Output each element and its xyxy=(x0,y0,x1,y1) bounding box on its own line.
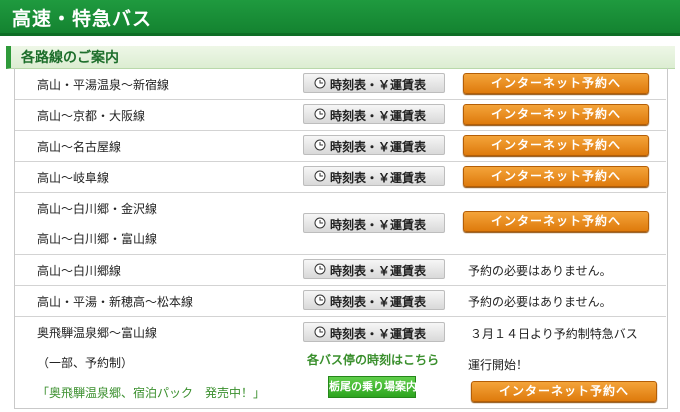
header-underline xyxy=(0,33,680,36)
clock-icon xyxy=(314,263,326,275)
timetable-label: 時刻表・￥運賃表 xyxy=(330,171,427,185)
timetable-button[interactable]: 時刻表・￥運賃表 xyxy=(303,73,445,93)
no-reservation-note: 予約の必要はありません。 xyxy=(468,264,612,278)
route-name: 高山～岐阜線 xyxy=(37,171,110,185)
internet-reserve-button[interactable]: インターネット予約へ xyxy=(463,104,649,125)
timetable-label: 時刻表・￥運賃表 xyxy=(330,109,427,123)
route-name: 高山・平湯・新穂高～松本線 xyxy=(37,295,194,309)
route-name: 高山～名古屋線 xyxy=(37,140,122,154)
timetable-button[interactable]: 時刻表・￥運賃表 xyxy=(303,259,445,279)
header-bar: 高速・特急バス xyxy=(0,0,680,36)
section-title: 各路線のご案内 xyxy=(21,50,119,66)
table-row: 高山～京都・大阪線 時刻表・￥運賃表 インターネット予約へ xyxy=(15,99,666,131)
clock-icon xyxy=(314,108,326,120)
table-row: 高山・平湯温泉～新宿線 時刻表・￥運賃表 インターネット予約へ xyxy=(15,68,666,100)
timetable-button[interactable]: 時刻表・￥運賃表 xyxy=(303,104,445,124)
table-row: 高山～白川郷・金沢線 高山～白川郷・富山線 時刻表・￥運賃表 インターネット予約… xyxy=(15,192,666,255)
route-name: 高山～白川郷線 xyxy=(37,264,122,278)
timetable-button[interactable]: 時刻表・￥運賃表 xyxy=(303,213,445,233)
clock-icon xyxy=(314,326,326,338)
table-row: 高山～白川郷線 時刻表・￥運賃表 予約の必要はありません。 xyxy=(15,254,666,286)
section-heading: 各路線のご案内 xyxy=(6,46,675,69)
table-row: 高山～名古屋線 時刻表・￥運賃表 インターネット予約へ xyxy=(15,130,666,162)
timetable-button[interactable]: 時刻表・￥運賃表 xyxy=(303,135,445,155)
timetable-label: 時刻表・￥運賃表 xyxy=(330,218,427,232)
new-service-note: ３月１４日より予約制特急バス xyxy=(470,327,638,341)
route-name: 高山～京都・大阪線 xyxy=(37,109,146,123)
timetable-label: 時刻表・￥運賃表 xyxy=(330,264,427,278)
no-reservation-note: 予約の必要はありません。 xyxy=(468,295,612,309)
internet-reserve-button[interactable]: インターネット予約へ xyxy=(463,166,649,187)
table-row: 高山～岐阜線 時刻表・￥運賃表 インターネット予約へ xyxy=(15,161,666,193)
table-row: 高山・平湯・新穂高～松本線 時刻表・￥運賃表 予約の必要はありません。 xyxy=(15,285,666,317)
clock-icon xyxy=(314,294,326,306)
route-name: 高山～白川郷・富山線 xyxy=(37,232,158,246)
internet-reserve-button[interactable]: インターネット予約へ xyxy=(463,135,649,156)
timetable-label: 時刻表・￥運賃表 xyxy=(330,295,427,309)
bus-stop-times-link[interactable]: 各バス停の時刻はこちら xyxy=(307,351,439,368)
timetable-button[interactable]: 時刻表・￥運賃表 xyxy=(303,322,445,342)
tochio-boarding-button[interactable]: 栃尾の乗り場案内 xyxy=(328,376,417,398)
new-service-note-2: 運行開始！ xyxy=(468,358,529,372)
route-name: 高山・平湯温泉～新宿線 xyxy=(37,78,170,92)
clock-icon xyxy=(314,139,326,151)
route-subnote: （一部、予約制） xyxy=(37,356,134,370)
clock-icon xyxy=(314,77,326,89)
clock-icon xyxy=(314,170,326,182)
timetable-label: 時刻表・￥運賃表 xyxy=(330,327,427,341)
internet-reserve-button[interactable]: インターネット予約へ xyxy=(463,211,649,232)
timetable-button[interactable]: 時刻表・￥運賃表 xyxy=(303,166,445,186)
promo-link[interactable]: 「奥飛騨温泉郷、宿泊パック 発売中！」 xyxy=(37,384,265,401)
route-name: 奥飛騨温泉郷～富山線 xyxy=(37,326,158,340)
clock-icon xyxy=(314,217,326,229)
route-name: 高山～白川郷・金沢線 xyxy=(37,202,158,216)
timetable-button[interactable]: 時刻表・￥運賃表 xyxy=(303,290,445,310)
internet-reserve-button[interactable]: インターネット予約へ xyxy=(463,73,649,94)
timetable-label: 時刻表・￥運賃表 xyxy=(330,78,427,92)
page-title: 高速・特急バス xyxy=(12,8,153,30)
timetable-label: 時刻表・￥運賃表 xyxy=(330,140,427,154)
internet-reserve-button[interactable]: インターネット予約へ xyxy=(471,381,657,402)
